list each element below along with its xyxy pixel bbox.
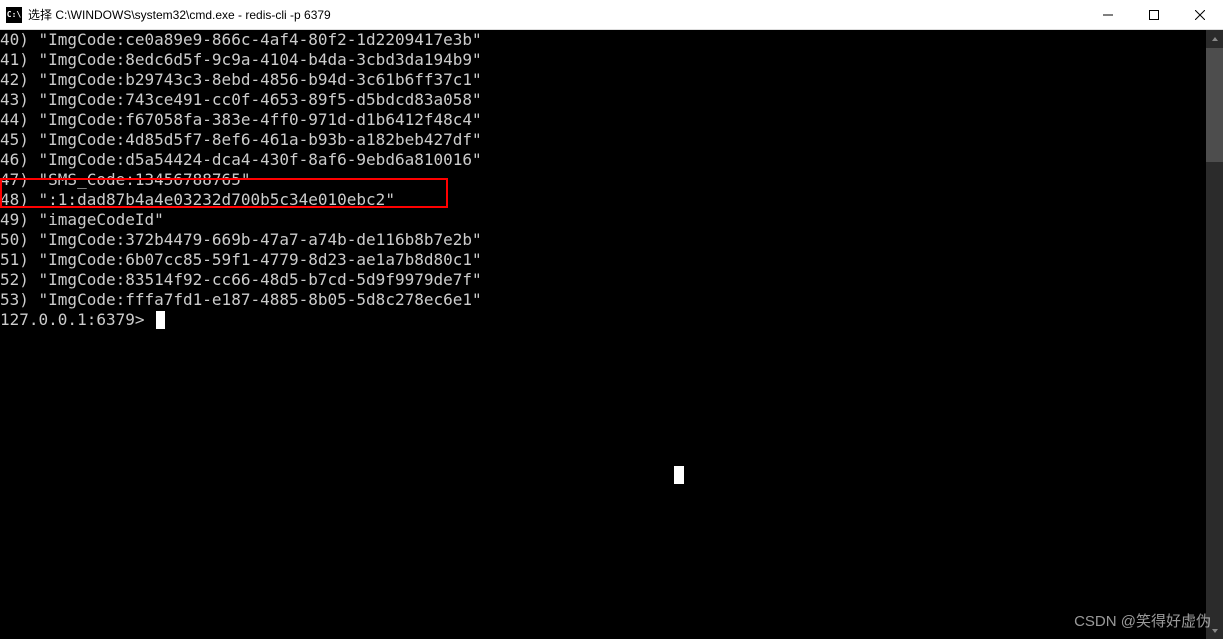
terminal-line: 50) "ImgCode:372b4479-669b-47a7-a74b-de1… <box>0 230 1206 250</box>
terminal-line: 42) "ImgCode:b29743c3-8ebd-4856-b94d-3c6… <box>0 70 1206 90</box>
terminal-line: 41) "ImgCode:8edc6d5f-9c9a-4104-b4da-3cb… <box>0 50 1206 70</box>
title-bar: C:\ 选择 C:\WINDOWS\system32\cmd.exe - red… <box>0 0 1223 30</box>
maximize-button[interactable] <box>1131 0 1177 29</box>
minimize-button[interactable] <box>1085 0 1131 29</box>
terminal-line: 46) "ImgCode:d5a54424-dca4-430f-8af6-9eb… <box>0 150 1206 170</box>
cursor <box>156 311 165 329</box>
terminal-line: 49) "imageCodeId" <box>0 210 1206 230</box>
terminal[interactable]: 40) "ImgCode:ce0a89e9-866c-4af4-80f2-1d2… <box>0 30 1206 639</box>
terminal-line: 45) "ImgCode:4d85d5f7-8ef6-461a-b93b-a18… <box>0 130 1206 150</box>
cmd-icon: C:\ <box>6 7 22 23</box>
terminal-line: 53) "ImgCode:fffa7fd1-e187-4885-8b05-5d8… <box>0 290 1206 310</box>
terminal-prompt: 127.0.0.1:6379> <box>0 310 154 329</box>
window-title: 选择 C:\WINDOWS\system32\cmd.exe - redis-c… <box>28 6 1085 23</box>
terminal-line: 44) "ImgCode:f67058fa-383e-4ff0-971d-d1b… <box>0 110 1206 130</box>
scrollbar-up-button[interactable] <box>1206 30 1223 47</box>
terminal-area[interactable]: 40) "ImgCode:ce0a89e9-866c-4af4-80f2-1d2… <box>0 30 1223 639</box>
terminal-line: 43) "ImgCode:743ce491-cc0f-4653-89f5-d5b… <box>0 90 1206 110</box>
terminal-line: 51) "ImgCode:6b07cc85-59f1-4779-8d23-ae1… <box>0 250 1206 270</box>
scrollbar-thumb[interactable] <box>1206 48 1223 162</box>
terminal-prompt-line[interactable]: 127.0.0.1:6379> <box>0 310 1206 330</box>
scrollbar[interactable] <box>1206 30 1223 639</box>
window-controls <box>1085 0 1223 29</box>
terminal-line: 40) "ImgCode:ce0a89e9-866c-4af4-80f2-1d2… <box>0 30 1206 50</box>
scrollbar-down-button[interactable] <box>1206 622 1223 639</box>
terminal-line: 48) ":1:dad87b4a4e03232d700b5c34e010ebc2… <box>0 190 1206 210</box>
terminal-line: 52) "ImgCode:83514f92-cc66-48d5-b7cd-5d9… <box>0 270 1206 290</box>
close-button[interactable] <box>1177 0 1223 29</box>
text-caret <box>674 466 684 484</box>
terminal-line: 47) "SMS_Code:13456788765" <box>0 170 1206 190</box>
